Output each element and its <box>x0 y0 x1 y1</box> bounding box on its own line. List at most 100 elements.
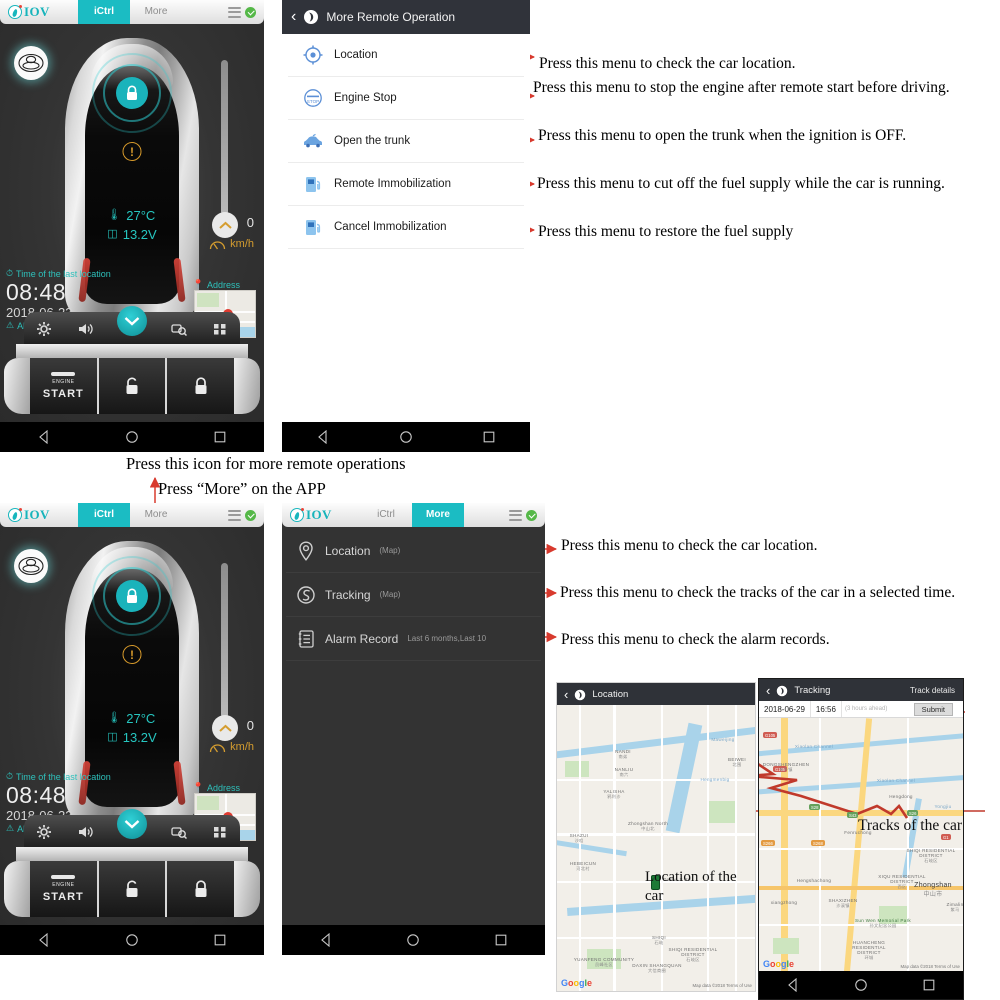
menu-item-label: Remote Immobilization <box>334 178 451 190</box>
recents-square-icon[interactable] <box>482 430 496 444</box>
lock-status-ring[interactable] <box>92 556 172 636</box>
menu-hamburger-icon[interactable] <box>228 6 241 18</box>
menu-item-label: Engine Stop <box>334 92 397 104</box>
menu-item-engine-stop[interactable]: STOP Engine Stop <box>288 77 524 120</box>
iov-mark-icon <box>290 508 304 522</box>
speed-gauge: km/h <box>209 741 254 753</box>
recents-square-icon[interactable] <box>494 933 508 947</box>
svg-text:STOP: STOP <box>307 99 319 104</box>
iov-mark-icon <box>776 684 788 697</box>
voltage-value: 13.2V <box>122 730 157 745</box>
back-triangle-icon[interactable] <box>316 430 330 444</box>
recents-square-icon[interactable] <box>213 430 227 444</box>
back-triangle-icon[interactable] <box>319 933 333 947</box>
tracking-date-field[interactable]: 2018-06-29 <box>759 701 811 717</box>
map-label: NANDI 南弟 <box>615 749 631 759</box>
warning-icon: ! <box>122 645 142 664</box>
lock-closed-icon <box>195 879 207 897</box>
iov-mark-icon <box>574 688 586 701</box>
lock-button[interactable] <box>167 358 235 414</box>
grid-apps-icon[interactable] <box>212 321 228 337</box>
unlock-button[interactable] <box>98 358 168 414</box>
tab-more-top[interactable]: More <box>130 0 182 24</box>
android-navbar-top <box>0 422 264 452</box>
more-item-tracking[interactable]: Tracking (Map) <box>286 573 541 617</box>
recents-square-icon[interactable] <box>922 978 936 992</box>
phone-ictrl-top: IOV iCtrl More ! 🌡 27°C ◫ 13.2V 0 km/h ⏱… <box>0 0 264 452</box>
back-chevron-icon[interactable]: ‹ <box>766 683 770 698</box>
menu-item-location[interactable]: Location <box>288 34 524 77</box>
settings-gear-icon[interactable] <box>36 824 52 840</box>
chevron-down-icon <box>124 820 140 829</box>
tracking-map-title: Tracking <box>794 684 831 696</box>
last-time-value: 08:48 <box>6 782 67 808</box>
lock-button[interactable] <box>167 861 235 917</box>
horn-speaker-icon[interactable] <box>77 321 93 337</box>
map-label: YALISHA 鸦利沙 <box>603 789 625 799</box>
search-car-icon[interactable] <box>171 824 188 840</box>
iov-mark-icon <box>8 5 22 19</box>
menu-hamburger-icon[interactable] <box>228 509 241 521</box>
search-car-icon[interactable] <box>171 321 188 337</box>
unlock-button[interactable] <box>98 861 168 917</box>
location-map-canvas[interactable]: NANDI 南弟 NANLIU 南六 YALISHA 鸦利沙 BEIWEI 北围 SHA… <box>557 705 755 991</box>
engine-start-button[interactable]: ENGINE START <box>30 861 99 917</box>
back-triangle-icon[interactable] <box>37 430 51 444</box>
tab-ictrl-bottom-left[interactable]: iCtrl <box>78 503 130 527</box>
home-circle-icon[interactable] <box>125 430 139 444</box>
map-label: Hengdong <box>889 794 913 799</box>
location-map-title: Location <box>592 688 629 700</box>
back-triangle-icon[interactable] <box>37 933 51 947</box>
tab-ictrl-top[interactable]: iCtrl <box>78 0 130 24</box>
settings-gear-icon[interactable] <box>36 321 52 337</box>
temperature-value: 27°C <box>126 208 156 223</box>
menu-item-label: Open the trunk <box>334 135 411 147</box>
tab-more-more[interactable]: More <box>412 503 464 527</box>
tracking-map-canvas[interactable]: G105 G105 S28 S43 S26 S266 S268 G1 DONGS… <box>759 718 963 971</box>
expand-chevron-button[interactable] <box>117 809 147 839</box>
map-label: Zimalin 紫马 <box>946 902 963 912</box>
menu-item-remote-immobilization[interactable]: Remote Immobilization <box>288 163 524 206</box>
submit-button[interactable]: Submit <box>913 702 953 716</box>
remote-annotation-1: Press this menu to stop the engine after… <box>533 79 950 96</box>
menu-hamburger-icon[interactable] <box>509 509 522 521</box>
brand-label: IOV <box>306 507 332 522</box>
track-details-link[interactable]: Track details <box>910 686 963 695</box>
more-item-alarm-record[interactable]: Alarm Record Last 6 months,Last 10 <box>286 617 541 661</box>
warning-icon: ! <box>122 142 142 161</box>
back-triangle-icon[interactable] <box>786 978 800 992</box>
map-label: Zhongshan 中山市 <box>914 882 952 898</box>
vertical-slider[interactable] <box>221 563 228 718</box>
grid-apps-icon[interactable] <box>212 824 228 840</box>
vertical-slider[interactable] <box>221 60 228 215</box>
back-chevron-icon[interactable]: ‹ <box>291 8 296 26</box>
engine-start-button[interactable]: ENGINE START <box>30 358 99 414</box>
recents-square-icon[interactable] <box>213 933 227 947</box>
remote-annotation-3: Press this menu to cut off the fuel supp… <box>537 175 945 192</box>
tracking-time-field[interactable]: 16:56 <box>811 701 842 717</box>
home-circle-icon[interactable] <box>399 430 413 444</box>
tracking-filter-bar: 2018-06-29 16:56 (3 hours ahead) Submit <box>759 701 963 718</box>
remote-annotation-0: Press this menu to check the car locatio… <box>539 55 796 72</box>
iov-mark-icon <box>8 508 22 522</box>
lock-status-ring[interactable] <box>92 53 172 133</box>
home-circle-icon[interactable] <box>854 978 868 992</box>
home-circle-icon[interactable] <box>406 933 420 947</box>
app-header-more: IOV iCtrl More <box>282 503 545 527</box>
back-chevron-icon[interactable]: ‹ <box>564 687 568 702</box>
menu-item-cancel-immobilization[interactable]: Cancel Immobilization <box>288 206 524 249</box>
tab-ictrl-more[interactable]: iCtrl <box>360 503 412 527</box>
road-shield: S43 <box>847 812 859 818</box>
expand-chevron-button[interactable] <box>117 306 147 336</box>
more-item-sub: (Map) <box>379 590 401 599</box>
tab-more-bottom-left[interactable]: More <box>130 503 182 527</box>
map-label: HEBEICUN 河北村 <box>569 861 597 871</box>
menu-item-open-trunk[interactable]: Open the trunk <box>288 120 524 163</box>
google-watermark: Google <box>763 959 795 969</box>
more-item-location[interactable]: Location (Map) <box>286 529 541 573</box>
map-label: BEIWEI 北围 <box>728 757 746 767</box>
more-item-label: Location <box>325 543 371 558</box>
horn-speaker-icon[interactable] <box>77 824 93 840</box>
car-dashboard-top: ! 🌡 27°C ◫ 13.2V 0 km/h ⏱ Time of the la… <box>0 24 264 422</box>
home-circle-icon[interactable] <box>125 933 139 947</box>
